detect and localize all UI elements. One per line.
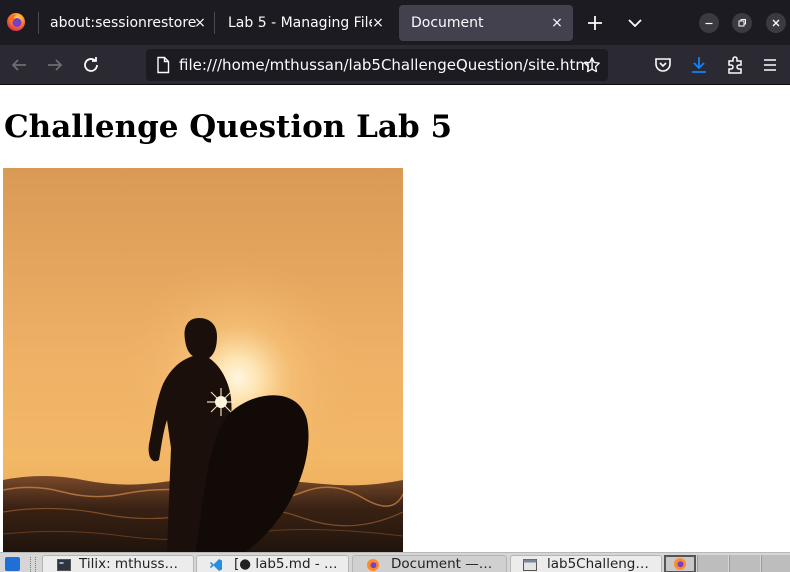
downloads-icon[interactable] xyxy=(687,53,711,77)
restore-button[interactable] xyxy=(732,13,752,33)
terminal-icon xyxy=(57,559,71,571)
new-tab-icon[interactable] xyxy=(583,11,607,35)
list-all-tabs-chevron-down-icon[interactable] xyxy=(623,11,647,35)
workspace-switcher-active[interactable] xyxy=(664,555,696,572)
taskbar-item-label: Document —… xyxy=(391,556,493,572)
page-content: Challenge Question Lab 5 xyxy=(0,86,790,554)
close-icon xyxy=(772,19,780,27)
taskbar-item-tilix[interactable]: Tilix: mthuss… xyxy=(42,555,194,572)
tab-separator xyxy=(214,12,215,34)
firefox-icon xyxy=(367,559,379,571)
file-manager-window-icon xyxy=(523,559,537,571)
tab-strip: about:sessionrestore × Lab 5 - Managing … xyxy=(0,0,790,45)
workspace-4[interactable] xyxy=(761,555,790,572)
taskbar-item-label: Tilix: mthuss… xyxy=(79,556,179,572)
taskbar-item-firefox-document[interactable]: Document —… xyxy=(352,555,507,572)
taskbar-item-label: lab5Challeng… xyxy=(547,556,649,572)
url-bar[interactable]: file:///home/mthussan/lab5ChallengeQuest… xyxy=(146,49,608,81)
taskbar-item-file-manager[interactable]: lab5Challeng… xyxy=(510,555,662,572)
extensions-puzzle-icon[interactable] xyxy=(723,53,747,77)
reload-icon[interactable] xyxy=(79,53,103,77)
firefox-icon xyxy=(674,558,686,570)
show-desktop-icon[interactable] xyxy=(5,557,20,571)
minimize-icon xyxy=(705,22,713,25)
tab-document[interactable]: Document × xyxy=(399,5,573,41)
taskbar-grip xyxy=(30,557,36,572)
close-tab-icon[interactable]: × xyxy=(190,5,210,41)
tab-label: Lab 5 - Managing Files xyxy=(228,15,372,31)
close-window-button[interactable] xyxy=(766,13,786,33)
page-document-icon xyxy=(157,56,170,74)
minimize-button[interactable] xyxy=(699,13,719,33)
page-heading: Challenge Question Lab 5 xyxy=(4,109,453,145)
firefox-icon[interactable] xyxy=(5,11,27,33)
surfer-sunset-photo xyxy=(3,168,403,554)
workspace-2[interactable] xyxy=(697,555,728,572)
forward-arrow-icon[interactable] xyxy=(43,53,67,77)
taskbar: Tilix: mthuss… [● lab5.md - … Document —… xyxy=(0,552,790,572)
back-arrow-icon[interactable] xyxy=(7,53,31,77)
menu-hamburger-icon[interactable] xyxy=(758,53,782,77)
url-text[interactable]: file:///home/mthussan/lab5ChallengeQuest… xyxy=(179,49,594,81)
tab-label: about:sessionrestore xyxy=(50,15,196,31)
close-tab-icon[interactable]: × xyxy=(547,5,567,41)
close-tab-icon[interactable]: × xyxy=(368,5,388,41)
taskbar-item-vscode[interactable]: [● lab5.md - … xyxy=(196,555,349,572)
bookmark-star-icon[interactable] xyxy=(583,56,601,74)
taskbar-item-label: [● lab5.md - … xyxy=(234,556,338,572)
pocket-icon[interactable] xyxy=(651,53,675,77)
tab-lab5-managing-files[interactable]: Lab 5 - Managing Files × xyxy=(216,5,396,41)
tab-label: Document xyxy=(411,15,484,31)
vscode-icon xyxy=(209,559,222,571)
workspace-3[interactable] xyxy=(729,555,760,572)
tab-sessionrestore[interactable]: about:sessionrestore × xyxy=(38,5,214,41)
restore-icon xyxy=(738,19,746,27)
